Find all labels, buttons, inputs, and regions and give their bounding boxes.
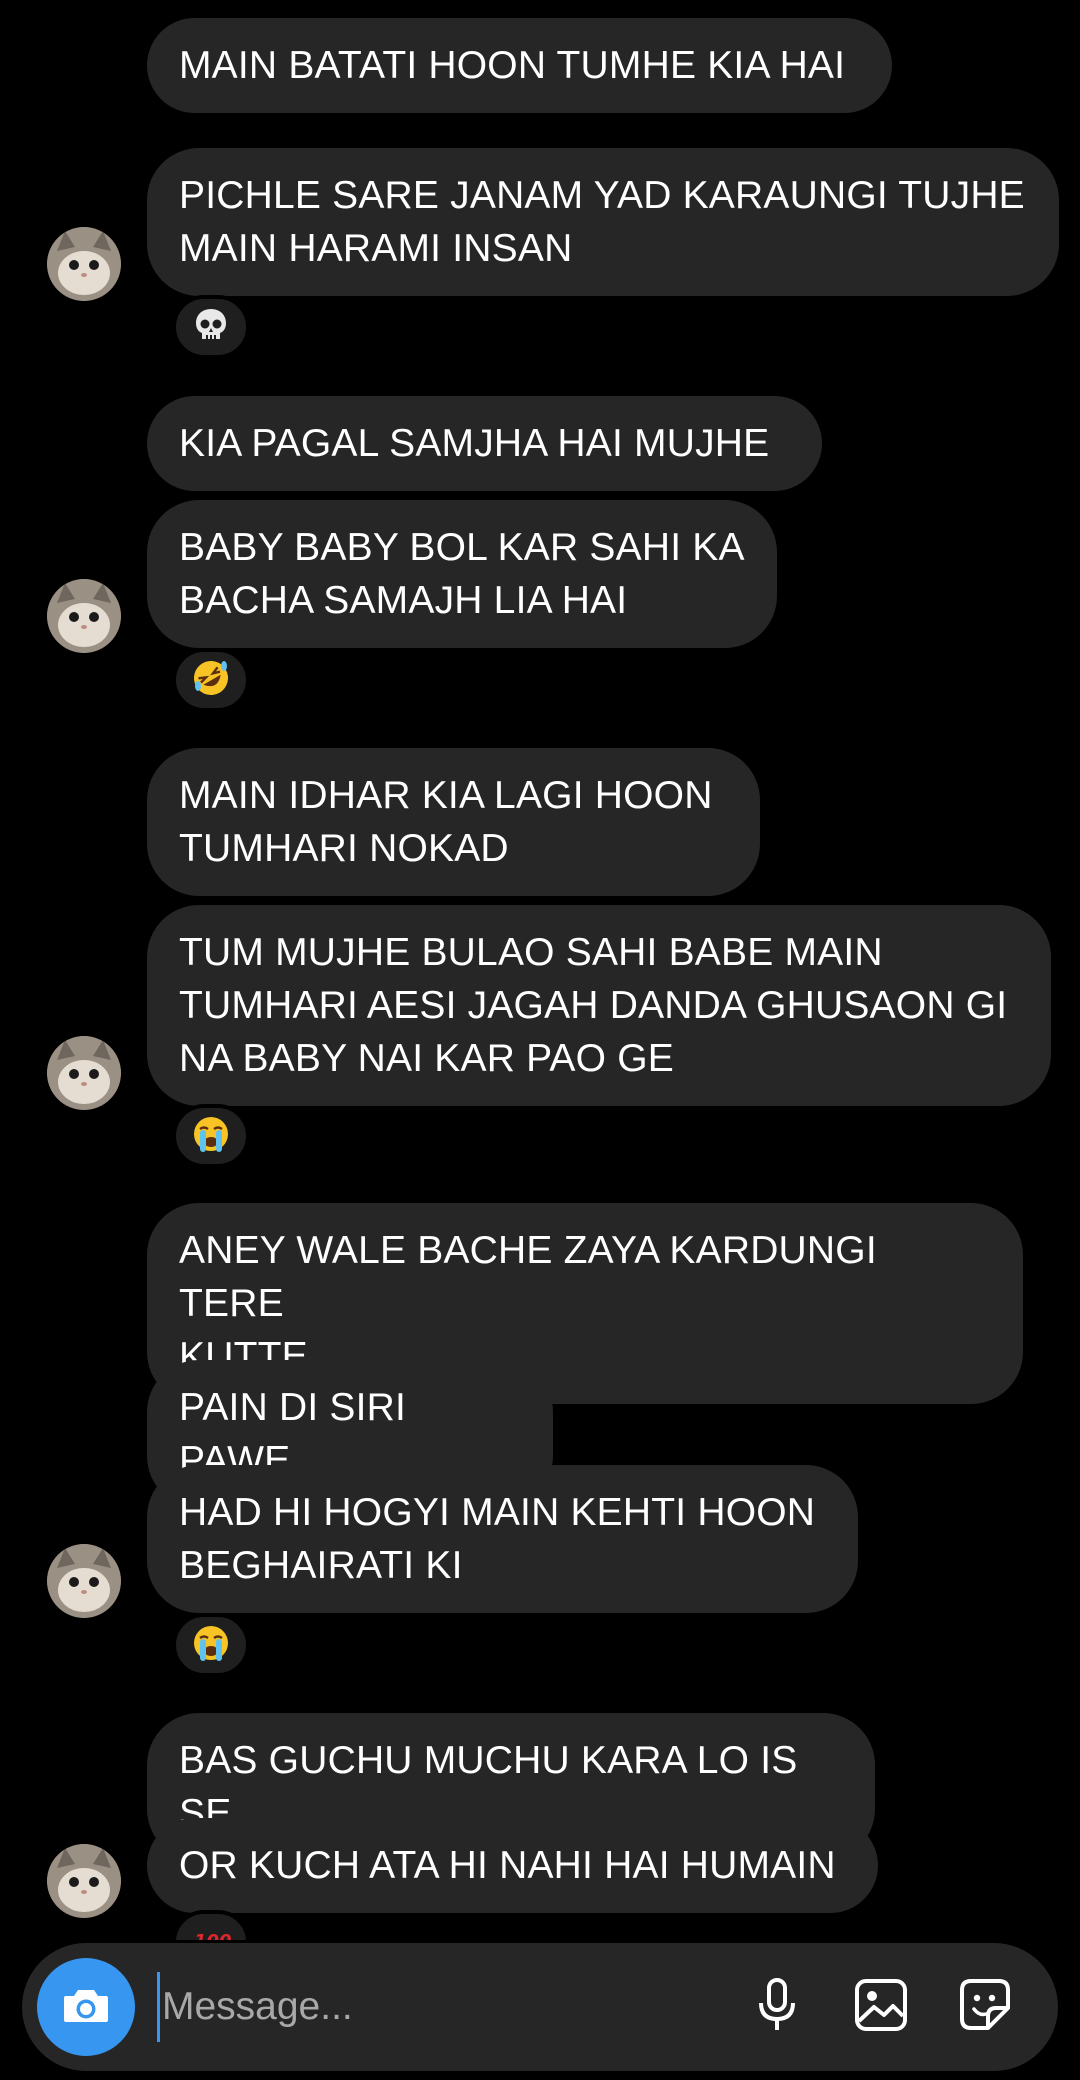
message-bubble[interactable]: BABY BABY BOL KAR SAHI KA BACHA SAMAJH L…	[147, 500, 777, 648]
gallery-button[interactable]	[849, 1975, 913, 2039]
message-input[interactable]	[157, 1972, 717, 2042]
message-thread[interactable]: MAIN BATATI HOON TUMHE KIA HAI PICHLE SA…	[0, 0, 1080, 1940]
avatar[interactable]	[47, 1036, 121, 1110]
avatar[interactable]	[47, 579, 121, 653]
svg-text:100: 100	[194, 1931, 231, 1941]
avatar[interactable]	[47, 227, 121, 301]
reaction-badge[interactable]: 100	[172, 1910, 250, 1940]
sticker-icon	[956, 1976, 1014, 2039]
sticker-button[interactable]	[953, 1975, 1017, 2039]
message-bubble[interactable]: TUM MUJHE BULAO SAHI BABE MAIN TUMHARI A…	[147, 905, 1051, 1106]
reaction-badge[interactable]	[172, 1104, 250, 1168]
reaction-badge[interactable]	[172, 648, 250, 712]
skull-icon	[192, 306, 230, 349]
hundred-points-icon: 100	[191, 1920, 232, 1941]
microphone-icon	[752, 1977, 802, 2038]
loudly-crying-icon	[191, 1114, 231, 1159]
rolling-on-floor-laughing-icon	[191, 658, 231, 703]
message-composer	[22, 1943, 1058, 2071]
message-bubble[interactable]: OR KUCH ATA HI NAHI HAI HUMAIN	[147, 1818, 878, 1913]
microphone-button[interactable]	[745, 1975, 809, 2039]
camera-button[interactable]	[37, 1958, 135, 2056]
message-bubble[interactable]: PICHLE SARE JANAM YAD KARAUNGI TUJHE MAI…	[147, 148, 1059, 296]
message-bubble[interactable]: KIA PAGAL SAMJHA HAI MUJHE	[147, 396, 822, 491]
message-bubble[interactable]: MAIN IDHAR KIA LAGI HOON TUMHARI NOKAD	[147, 748, 760, 896]
loudly-crying-icon	[191, 1623, 231, 1668]
avatar[interactable]	[47, 1544, 121, 1618]
message-bubble[interactable]: HAD HI HOGYI MAIN KEHTI HOON BEGHAIRATI …	[147, 1465, 858, 1613]
message-bubble[interactable]: MAIN BATATI HOON TUMHE KIA HAI	[147, 18, 892, 113]
avatar[interactable]	[47, 1844, 121, 1918]
reaction-badge[interactable]	[172, 1613, 250, 1677]
camera-icon	[61, 1980, 111, 2035]
reaction-badge[interactable]	[172, 295, 250, 359]
gallery-icon	[853, 1977, 909, 2038]
